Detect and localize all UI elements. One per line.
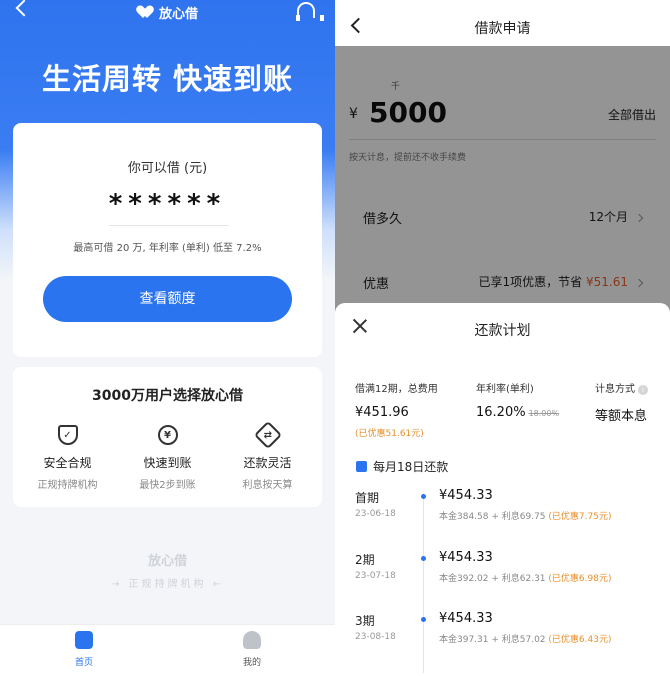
info-icon[interactable]: i — [638, 385, 648, 395]
due-day-text: 每月18日还款 — [373, 460, 449, 474]
installment-saved: (已优惠6.98元) — [548, 574, 612, 584]
customer-service-icon[interactable] — [296, 2, 324, 21]
user-icon — [243, 631, 261, 649]
feature-fast: ¥ 快速到账 最快2步到账 — [116, 425, 219, 491]
features-title: 3000万用户选择放心借 — [92, 388, 243, 404]
installment-name: 2期 — [355, 553, 375, 567]
due-day-row: 每月18日还款 — [356, 458, 448, 475]
timeline-dot — [421, 494, 426, 499]
installment-name: 首期 — [355, 491, 380, 505]
feature-desc: 正规持牌机构 — [37, 480, 98, 491]
installment-saved: (已优惠6.43元) — [548, 635, 612, 645]
installment-saved: (已优惠7.75元) — [548, 512, 612, 522]
installment-amount: ¥454.33 — [439, 488, 493, 503]
swap-icon: ⇄ — [253, 420, 282, 450]
back-arrow-icon[interactable] — [15, 0, 33, 17]
slogan: 生活周转 快速到账 — [41, 62, 294, 96]
watermark-logo: 放心借 — [0, 550, 335, 569]
loan-application-screen: 借款申请 千 ¥ 5000 全部借出 按天计息，提前还不收手续费 借多久 12个… — [335, 0, 670, 676]
borrow-title: 你可以借 (元) — [127, 161, 208, 176]
total-cost-summary: 借满12期，总费用 ¥451.96 (已优惠51.61元) — [355, 380, 438, 439]
watermark-tagline: → 正规持牌机构 ← — [110, 579, 225, 590]
shield-check-icon: ✓ — [57, 425, 78, 445]
feature-name: 快速到账 — [143, 456, 192, 470]
method-label: 计息方式 i — [595, 380, 648, 395]
credit-subtitle: 最高可借 20 万, 年利率 (单利) 低至 7.2% — [73, 243, 262, 254]
feature-safe: ✓ 安全合规 正规持牌机构 — [16, 425, 119, 491]
amount-divider — [109, 225, 229, 226]
credit-card: 你可以借 (元) ****** 最高可借 20 万, 年利率 (单利) 低至 7… — [13, 123, 322, 357]
home-icon — [75, 631, 93, 649]
installment-detail: 本金397.31 + 利息57.02 (已优惠6.43元) — [439, 632, 611, 645]
feature-flexible: ⇄ 还款灵活 利息按天算 — [216, 420, 319, 491]
method-label-text: 计息方式 — [595, 384, 635, 395]
installment-date: 23-07-18 — [355, 571, 396, 581]
sheet-title: 还款计划 — [474, 323, 531, 339]
app-logo: 放心借 — [139, 3, 198, 22]
masked-amount: ****** — [108, 189, 227, 219]
list-item: 2期 23-07-18 ¥454.33 本金392.02 + 利息62.31 (… — [335, 550, 670, 611]
feature-name: 安全合规 — [43, 456, 92, 470]
total-cost-value: ¥451.96 — [355, 405, 409, 420]
installment-date: 23-06-18 — [355, 509, 396, 519]
installment-breakdown: 本金392.02 + 利息62.31 — [439, 574, 546, 584]
home-screen: 放心借 生活周转 快速到账 你可以借 (元) ****** 最高可借 20 万,… — [0, 0, 335, 676]
feature-desc: 最快2步到账 — [139, 480, 196, 491]
tab-mine[interactable]: 我的 — [222, 631, 282, 668]
repayment-plan-sheet: 还款计划 借满12期，总费用 ¥451.96 (已优惠51.61元) 年利率(单… — [335, 303, 670, 676]
tab-label: 我的 — [242, 658, 261, 668]
total-cost-label: 借满12期，总费用 — [355, 384, 438, 395]
page-title: 借款申请 — [474, 21, 531, 37]
installment-amount: ¥454.33 — [439, 550, 493, 565]
rate-current: 16.20% — [476, 405, 526, 420]
timeline-dot — [421, 617, 426, 622]
list-item: 3期 23-08-18 ¥454.33 本金397.31 + 利息57.02 (… — [335, 611, 670, 672]
features-card: 3000万用户选择放心借 ✓ 安全合规 正规持牌机构 ¥ 快速到账 最快2步到账… — [13, 367, 322, 507]
installment-amount: ¥454.33 — [439, 611, 493, 626]
installment-date: 23-08-18 — [355, 632, 396, 642]
check-quota-button[interactable]: 查看额度 — [43, 276, 292, 322]
method-summary: 计息方式 i 等额本息 — [595, 380, 648, 424]
brand-name: 放心借 — [159, 7, 199, 22]
watermark-tagline-text: 正规持牌机构 — [128, 579, 207, 590]
heart-logo-icon — [139, 6, 155, 20]
tab-label: 首页 — [74, 658, 93, 668]
tab-home[interactable]: 首页 — [54, 631, 114, 668]
feature-name: 还款灵活 — [243, 456, 292, 470]
bottom-tab-bar: 首页 我的 — [0, 624, 335, 676]
rate-label: 年利率(单利) — [476, 384, 534, 395]
rate-value: 16.20% 18.00% — [476, 405, 559, 420]
installment-breakdown: 本金397.31 + 利息57.02 — [439, 635, 546, 645]
watermark-brand: 放心借 — [147, 554, 187, 569]
installment-name: 3期 — [355, 614, 375, 628]
top-bar: 放心借 — [0, 0, 335, 26]
yen-coin-icon: ¥ — [157, 425, 178, 445]
feature-desc: 利息按天算 — [242, 480, 293, 491]
total-cost-discount: (已优惠51.61元) — [355, 429, 424, 439]
rate-summary: 年利率(单利) 16.20% 18.00% — [476, 380, 559, 420]
list-item: 首期 23-06-18 ¥454.33 本金384.58 + 利息69.75 (… — [335, 488, 670, 549]
installment-detail: 本金392.02 + 利息62.31 (已优惠6.98元) — [439, 571, 611, 584]
header: 借款申请 — [335, 0, 670, 46]
timeline-dot — [421, 556, 426, 561]
installment-detail: 本金384.58 + 利息69.75 (已优惠7.75元) — [439, 509, 611, 522]
rate-original: 18.00% — [528, 409, 560, 418]
installment-breakdown: 本金384.58 + 利息69.75 — [439, 512, 546, 522]
method-value: 等额本息 — [595, 409, 648, 424]
calendar-icon — [356, 461, 367, 472]
